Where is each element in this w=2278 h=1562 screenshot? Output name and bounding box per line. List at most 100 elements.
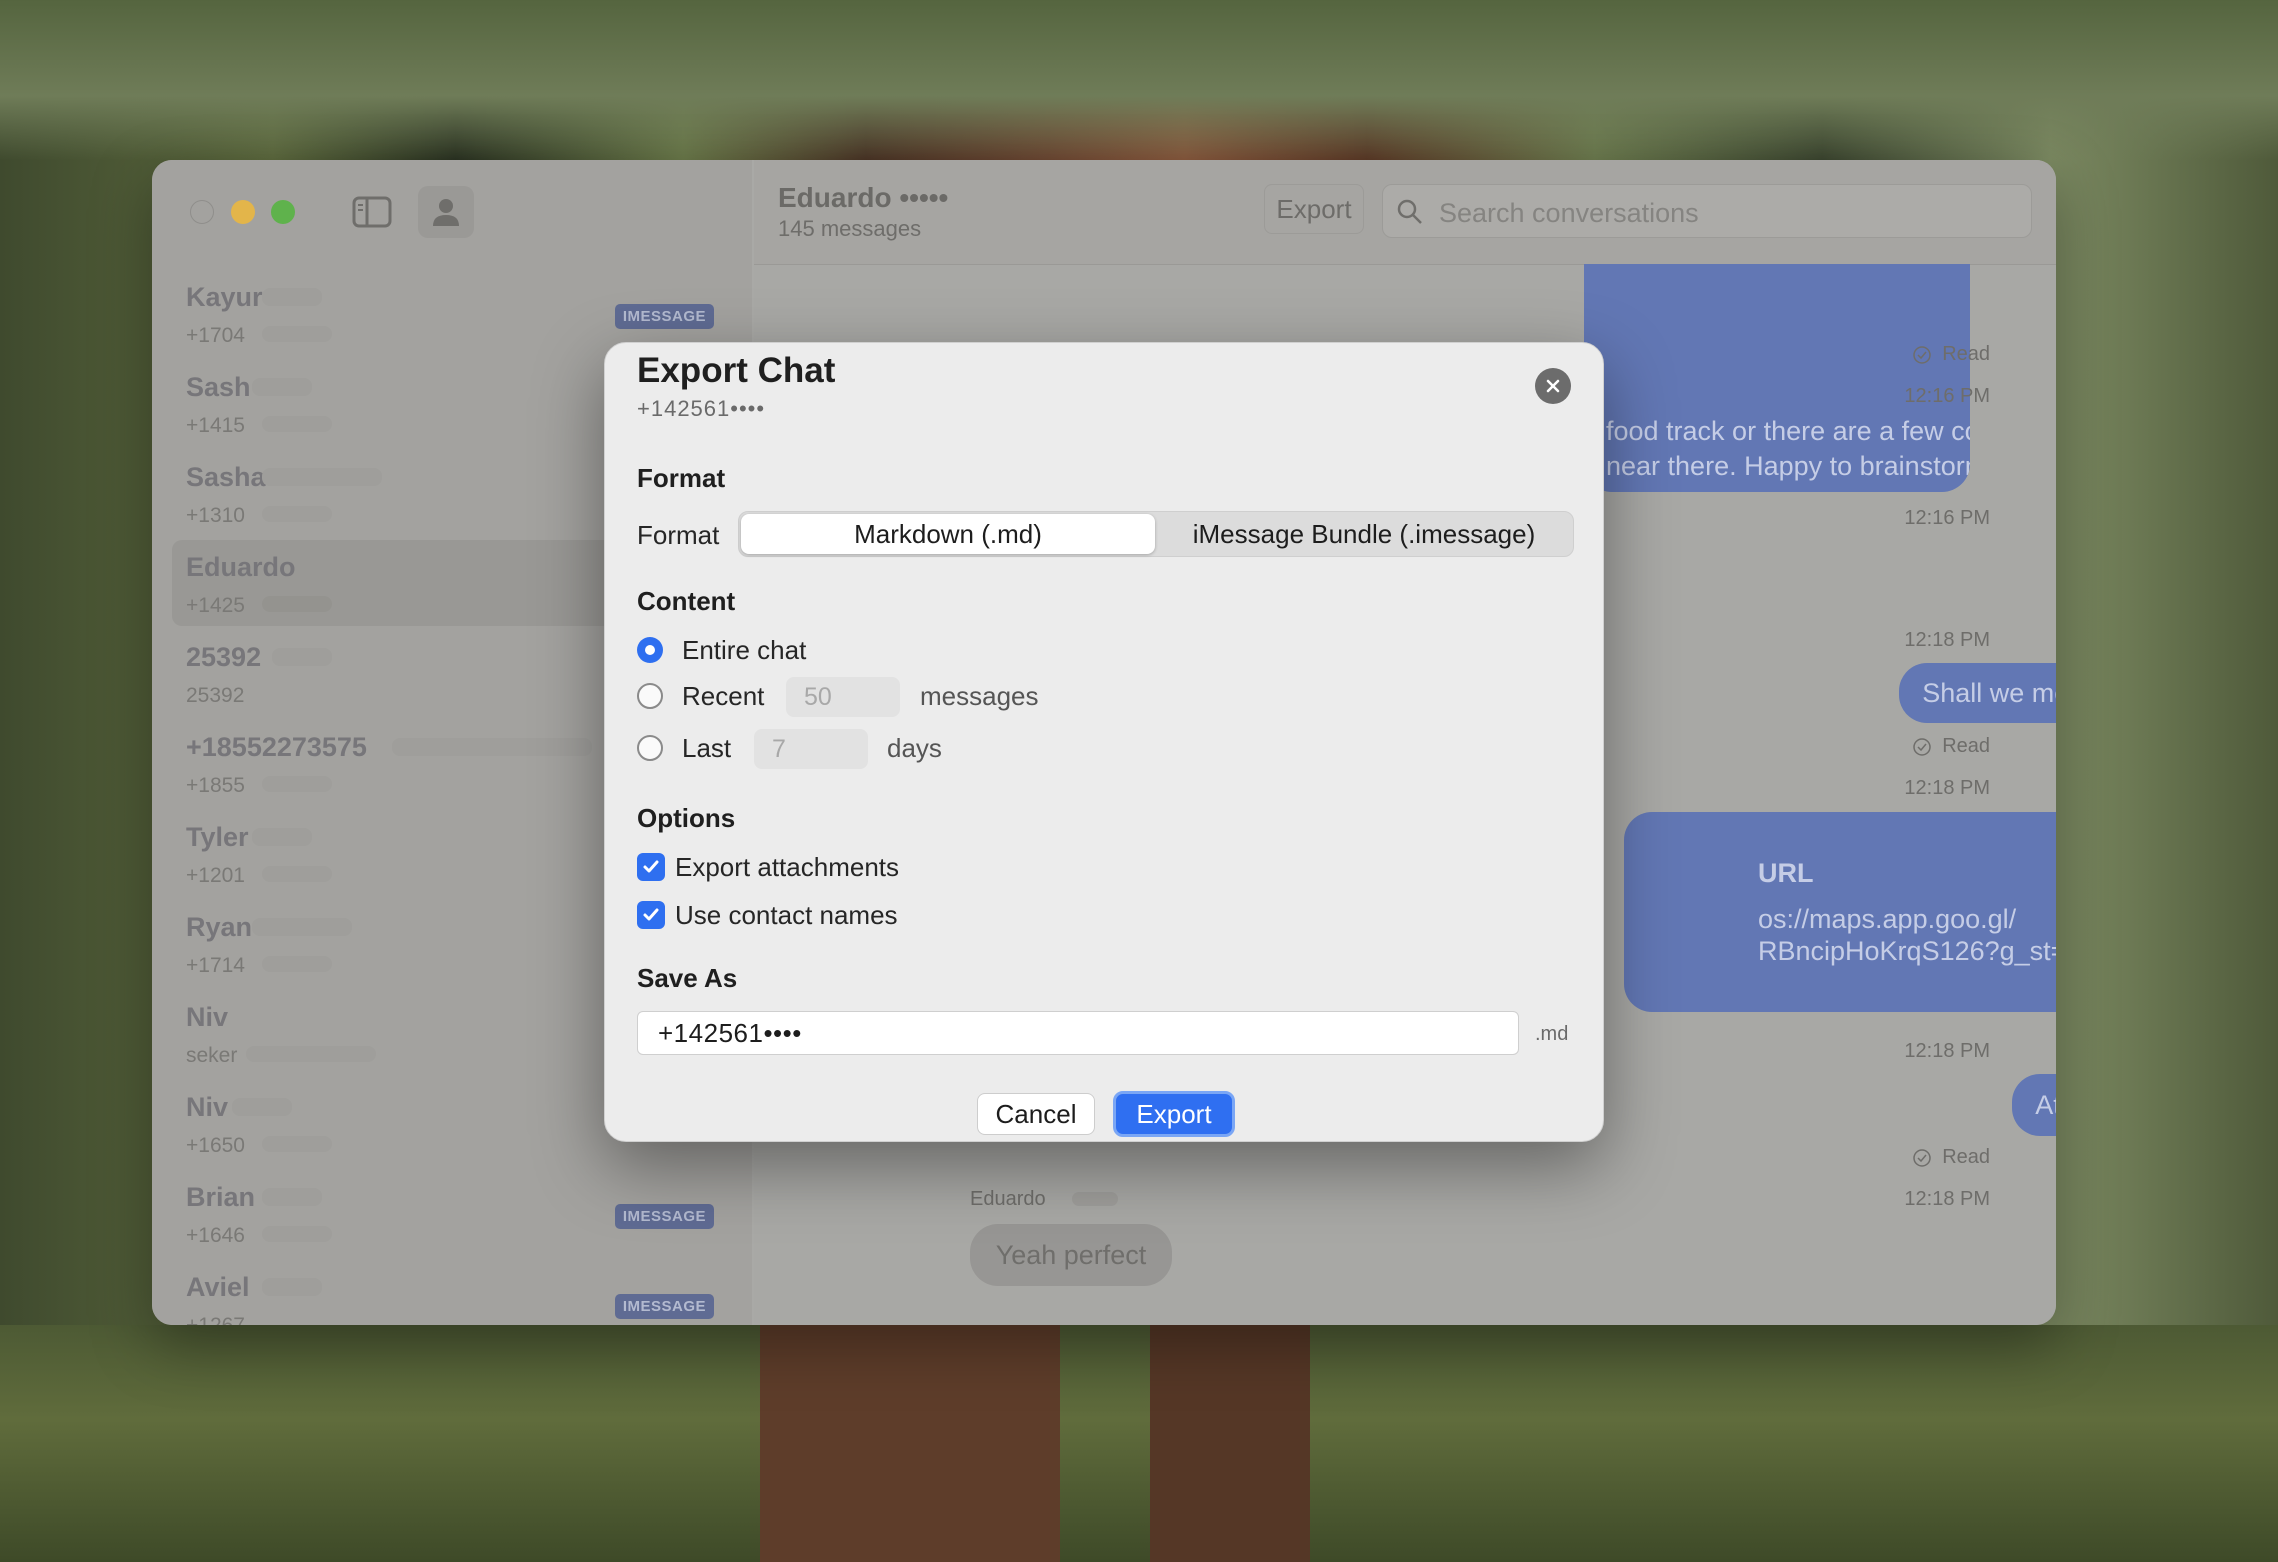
file-extension-label: .md <box>1535 1023 1569 1045</box>
contact-number: +1704 <box>186 324 245 347</box>
contact-name: Brian <box>186 1182 256 1212</box>
last-unit-label: days <box>887 733 942 763</box>
conversation-title: Eduardo ••••• <box>778 182 949 213</box>
redacted-text <box>262 1136 332 1152</box>
wallpaper-tree-trunk <box>760 1325 1060 1562</box>
redacted-text <box>246 1046 376 1062</box>
contact-name: Eduardo <box>186 552 296 582</box>
conversation-header: Eduardo ••••• 145 messages Export Search… <box>754 160 2056 265</box>
recent-radio[interactable] <box>637 683 663 709</box>
desktop-wallpaper-top <box>0 0 2278 160</box>
contact-number: +1650 <box>186 1134 245 1157</box>
contact-number: 25392 <box>186 684 245 707</box>
wallpaper-tree-trunk <box>1150 1325 1310 1562</box>
link-url: os://maps.app.goo.gl/ <box>1758 904 2017 934</box>
redacted-text <box>262 506 332 522</box>
redacted-text <box>262 288 322 306</box>
format-segmented-control: Markdown (.md) iMessage Bundle (.imessag… <box>738 511 1574 557</box>
format-option-imessage-bundle[interactable]: iMessage Bundle (.imessage) <box>1157 514 1571 554</box>
contact-number: +1425 <box>186 594 245 617</box>
redacted-text <box>262 596 332 612</box>
imessage-badge: IMESSAGE <box>614 1204 714 1229</box>
format-label: Format <box>637 520 720 550</box>
contact-number: seker <box>186 1044 238 1067</box>
contact-name: 25392 <box>186 642 262 672</box>
message-bubble-incoming: Yeah perfect <box>970 1224 1172 1286</box>
contact-name: Sasha <box>186 462 266 492</box>
message-timestamp: 12:18 PM <box>1904 777 1990 799</box>
read-check-icon <box>1913 737 1931 756</box>
cancel-button[interactable]: Cancel <box>977 1093 1095 1135</box>
export-chat-dialog: Export Chat +142561•••• Format Format Ma… <box>604 342 1604 1142</box>
link-preview-bubble[interactable]: URL os://maps.app.goo.gl/ RBncipHoKrqS12… <box>1624 812 2056 1012</box>
recent-label[interactable]: Recent <box>682 681 764 712</box>
sender-name: Eduardo <box>970 1188 1046 1210</box>
message-bubble-outgoing: Shall we meet at <box>1899 663 2056 723</box>
contact-number: +1714 <box>186 954 245 977</box>
redacted-text <box>252 828 312 846</box>
last-days-field[interactable]: 7 <box>754 729 868 769</box>
message-timestamp: 12:18 PM <box>1904 1040 1990 1062</box>
contact-name: Niv <box>186 1092 229 1122</box>
message-timestamp: 12:16 PM <box>1904 385 1990 407</box>
save-as-section-heading: Save As <box>637 963 738 993</box>
message-text: near there. Happy to brainstorm more 🙂 <box>1606 451 1970 481</box>
window-close-button[interactable] <box>190 200 214 224</box>
contact-number: +1646 <box>186 1224 245 1247</box>
read-receipt: Read <box>1912 1146 1990 1169</box>
dialog-title: Export Chat <box>637 351 836 390</box>
contact-number: +1415 <box>186 414 245 437</box>
contact-name: Aviel <box>186 1272 250 1302</box>
message-text: Shall we meet at <box>1922 677 2056 708</box>
use-contact-names-label[interactable]: Use contact names <box>675 900 898 931</box>
toggle-sidebar-icon[interactable] <box>344 186 400 238</box>
close-icon[interactable] <box>1535 368 1571 404</box>
contact-name: Tyler <box>186 822 249 852</box>
read-label: Read <box>1942 343 1990 365</box>
entire-chat-radio[interactable] <box>637 637 663 663</box>
redacted-text <box>272 648 332 666</box>
window-minimize-button[interactable] <box>231 200 255 224</box>
redacted-text <box>262 866 332 882</box>
redacted-text <box>262 468 382 486</box>
contact-number: +1267 <box>186 1314 245 1325</box>
export-attachments-checkbox[interactable] <box>637 853 665 881</box>
redacted-text <box>392 738 592 756</box>
imessage-badge: IMESSAGE <box>614 1294 714 1319</box>
filename-field[interactable]: +142561•••• <box>637 1011 1519 1055</box>
contact-row[interactable]: Brian +1646 IMESSAGE <box>172 1170 732 1256</box>
message-text: At 1pm <box>2035 1089 2056 1120</box>
redacted-text <box>1072 1192 1118 1206</box>
message-text: Yeah perfect <box>995 1239 1147 1270</box>
read-receipt: Read <box>1912 735 1990 758</box>
contact-row[interactable]: Aviel +1267 IMESSAGE <box>172 1260 732 1325</box>
message-count: 145 messages <box>778 216 922 241</box>
window-zoom-button[interactable] <box>271 200 295 224</box>
contact-name: +18552273575 <box>186 732 367 762</box>
redacted-text <box>262 416 332 432</box>
search-field[interactable]: Search conversations <box>1382 184 2032 238</box>
contact-name: Niv <box>186 1002 229 1032</box>
last-radio[interactable] <box>637 735 663 761</box>
last-label[interactable]: Last <box>682 733 731 764</box>
contact-number: +1855 <box>186 774 245 797</box>
message-bubble-outgoing: At 1pm <box>2012 1074 2056 1136</box>
redacted-text <box>262 326 332 342</box>
redacted-text <box>262 956 332 972</box>
export-attachments-label[interactable]: Export attachments <box>675 852 899 883</box>
recent-count-field[interactable]: 50 <box>786 677 900 717</box>
contact-number: +1310 <box>186 504 245 527</box>
format-option-markdown[interactable]: Markdown (.md) <box>741 514 1155 554</box>
read-label: Read <box>1942 735 1990 757</box>
redacted-text <box>252 918 352 936</box>
export-button[interactable]: Export <box>1113 1091 1235 1137</box>
checkmark-icon <box>643 860 659 873</box>
entire-chat-label[interactable]: Entire chat <box>682 635 806 666</box>
desktop-wallpaper-bottom <box>0 1325 2278 1562</box>
contacts-person-icon[interactable] <box>418 186 474 238</box>
redacted-text <box>232 1098 292 1116</box>
format-section-heading: Format <box>637 463 726 493</box>
redacted-text <box>262 1226 332 1242</box>
header-export-button[interactable]: Export <box>1264 184 1364 234</box>
use-contact-names-checkbox[interactable] <box>637 901 665 929</box>
